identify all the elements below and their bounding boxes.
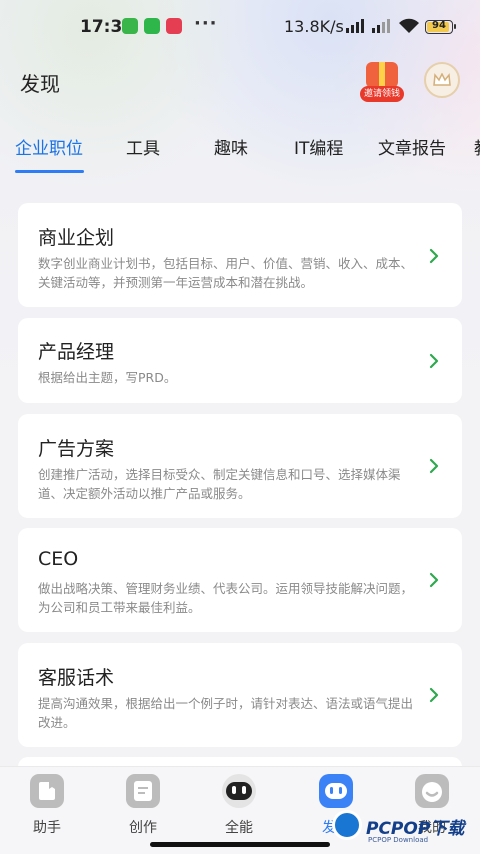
more-notifications-icon: ··· — [194, 13, 218, 34]
card-title: 广告方案 — [38, 438, 115, 460]
heart-app-icon — [166, 18, 182, 34]
tab-articles-reports[interactable]: 文章报告 — [378, 134, 446, 159]
chevron-right-icon — [429, 687, 439, 703]
discover-icon — [319, 774, 353, 808]
battery-level: 94 — [432, 20, 446, 31]
signal-hd-icon — [346, 19, 364, 33]
avatar[interactable] — [424, 62, 460, 98]
card-description: 根据给出主题，写PRD。 — [38, 370, 177, 385]
wechat-pay-icon — [144, 18, 160, 34]
tab-fun[interactable]: 趣味 — [214, 134, 248, 159]
card-title: 产品经理 — [38, 341, 115, 363]
card-description: 数字创业商业计划书，包括目标、用户、价值、营销、收入、成本、关键活动等，并预测第… — [38, 256, 414, 290]
card-title: CEO — [38, 548, 79, 570]
signal-hd-icon — [372, 19, 390, 33]
card-business-plan[interactable]: 商业企划 数字创业商业计划书，包括目标、用户、价值、营销、收入、成本、关键活动等… — [18, 203, 462, 307]
nav-label: 创作 — [129, 820, 157, 836]
nav-label: 全能 — [225, 820, 253, 836]
crown-icon — [433, 73, 451, 86]
card-description: 创建推广活动，选择目标受众、制定关键信息和口号、选择媒体渠道、决定额外活动以推广… — [38, 467, 401, 501]
card-title: 商业企划 — [38, 227, 115, 249]
card-ceo[interactable]: CEO 做出战略决策、管理财务业绩、代表公司。运用领导技能解决问题，为公司和员工… — [18, 528, 462, 632]
create-icon — [126, 774, 160, 808]
home-indicator[interactable] — [150, 842, 330, 847]
gift-icon — [366, 62, 398, 88]
card-ad-plan[interactable]: 广告方案 创建推广活动，选择目标受众、制定关键信息和口号、选择媒体渠道、决定额外… — [18, 414, 462, 518]
robot-icon — [222, 774, 256, 808]
invite-label: 邀请领钱 — [360, 86, 404, 102]
chevron-right-icon — [429, 458, 439, 474]
tab-it-programming[interactable]: IT编程 — [294, 134, 343, 159]
profile-icon — [415, 774, 449, 808]
card-title: 客服话术 — [38, 667, 115, 689]
nav-create[interactable]: 创作 — [108, 771, 178, 836]
chevron-right-icon — [429, 248, 439, 264]
wifi-icon — [399, 18, 419, 33]
card-description: 做出战略决策、管理财务业绩、代表公司。运用领导技能解决问题，为公司和员工带来最佳… — [38, 581, 414, 615]
network-speed: 13.8K/s — [284, 17, 344, 36]
invite-reward-button[interactable]: 邀请领钱 — [360, 60, 404, 104]
card-customer-service-script[interactable]: 客服话术 提高沟通效果，根据给出一个例子时，请针对表达、语法或语气提出改进。 — [18, 643, 462, 747]
chevron-right-icon — [429, 353, 439, 369]
watermark-subtext: PCPOP Download — [368, 836, 429, 844]
category-tabs: 企业职位 工具 趣味 IT编程 文章报告 教 — [0, 130, 480, 180]
tab-tools[interactable]: 工具 — [126, 134, 160, 159]
nav-assistant[interactable]: 助手 — [12, 771, 82, 836]
tab-enterprise-positions[interactable]: 企业职位 — [15, 134, 83, 159]
status-bar: 17:31 ··· 13.8K/s 94 — [0, 0, 480, 56]
assistant-icon — [30, 774, 64, 808]
chevron-right-icon — [429, 572, 439, 588]
shield-app-icon — [122, 18, 138, 34]
tab-education[interactable]: 教 — [474, 134, 480, 159]
pcpop-logo-icon — [332, 810, 362, 840]
card-product-manager[interactable]: 产品经理 根据给出主题，写PRD。 — [18, 318, 462, 403]
watermark-logo: PCPOP下载 PCPOP Download — [332, 808, 480, 848]
nav-all-in-one[interactable]: 全能 — [204, 771, 274, 836]
nav-label: 助手 — [33, 820, 61, 836]
page-title: 发现 — [20, 72, 60, 96]
card-description: 提高沟通效果，根据给出一个例子时，请针对表达、语法或语气提出改进。 — [38, 696, 414, 730]
battery-icon: 94 — [425, 20, 456, 34]
active-tab-indicator — [15, 170, 84, 173]
